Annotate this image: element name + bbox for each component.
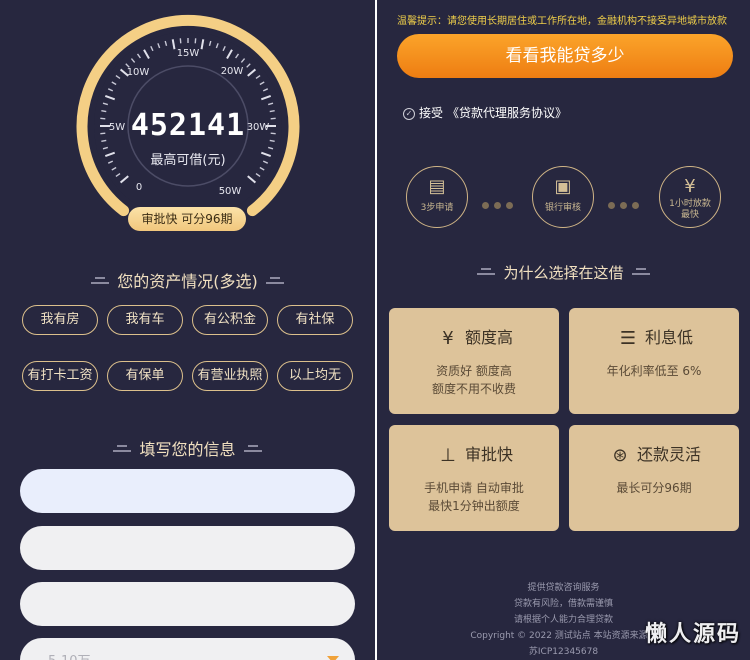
agreement-link[interactable]: 《贷款代理服务协议》 — [447, 106, 567, 120]
agree-prefix: 接受 — [419, 106, 444, 120]
watermark-logo: 懒人源码 — [644, 622, 741, 647]
yen-cycle-icon: ⊛ — [612, 444, 628, 466]
check-loan-button[interactable]: 看看我能贷多少 — [397, 34, 733, 78]
feature-card-high-limit: ¥ 额度高 资质好 额度高 额度不用不收费 — [389, 308, 559, 414]
step-review: ▣ 银行审核 — [532, 166, 594, 228]
card-line: 额度不用不收费 — [431, 382, 516, 396]
max-loan-label: 最高可借(元) — [150, 153, 226, 168]
max-loan-amount: 452141 — [130, 108, 246, 143]
title-decoration — [265, 276, 284, 284]
step-label: 1小时放款最快 — [669, 199, 711, 220]
asset-chip-social-security[interactable]: 有社保 — [277, 305, 353, 335]
tick-label: 0 — [136, 182, 142, 193]
feature-card-low-interest: ☰ 利息低 年化利率低至 6% — [569, 308, 739, 414]
footer-line: 提供贷款咨询服务 — [527, 583, 600, 593]
city-field[interactable] — [20, 582, 355, 626]
info-title-text: 填写您的信息 — [139, 440, 236, 459]
chevron-down-icon — [327, 656, 339, 660]
why-section-title: 为什么选择在这借 — [377, 262, 750, 283]
tick-label: 10W — [127, 67, 150, 78]
tick-label: 15W — [177, 48, 200, 59]
step-connector — [608, 194, 648, 209]
asset-chip-insurance[interactable]: 有保单 — [107, 361, 183, 391]
stamp-icon: ⊥ — [440, 444, 456, 466]
feature-card-fast-approval: ⊥ 审批快 手机申请 自动审批 最快1分钟出额度 — [389, 425, 559, 531]
step-label: 银行审核 — [544, 203, 581, 213]
card-title: 还款灵活 — [636, 445, 701, 464]
step-connector — [482, 194, 522, 209]
approval-pill: 审批快 可分96期 — [128, 207, 246, 231]
info-section-title: 填写您的信息 — [0, 436, 375, 460]
title-decoration — [113, 444, 132, 452]
asset-chip-car[interactable]: 我有车 — [107, 305, 183, 335]
title-decoration — [477, 267, 496, 275]
assets-title-text: 您的资产情况(多选) — [117, 272, 258, 291]
step-apply: ▤ 3步申请 — [406, 166, 468, 228]
card-line: 手机申请 自动审批 — [424, 481, 524, 495]
yen-down-icon: ¥ — [684, 176, 696, 197]
coins-icon: ☰ — [619, 327, 637, 349]
assets-section-title: 您的资产情况(多选) — [0, 268, 375, 292]
title-decoration — [91, 276, 110, 284]
card-title: 审批快 — [464, 445, 513, 464]
document-icon: ▤ — [428, 176, 446, 197]
name-field[interactable] — [20, 469, 355, 513]
money-stack-icon: ¥ — [442, 327, 454, 349]
agreement-row[interactable]: ✓ 接受 《贷款代理服务协议》 — [403, 104, 567, 121]
left-panel: 0 5W 10W 15W 20W 30W 50W 452141 最高可借(元) … — [0, 0, 375, 660]
asset-chip-housing-fund[interactable]: 有公积金 — [192, 305, 268, 335]
card-title: 利息低 — [644, 328, 693, 347]
step-disburse: ¥ 1小时放款最快 — [659, 166, 721, 228]
card-title: 额度高 — [464, 328, 513, 347]
loan-amount-value: 5-10万 — [48, 650, 91, 660]
checkbox-icon[interactable]: ✓ — [403, 107, 415, 120]
phone-field[interactable] — [20, 526, 355, 570]
tick-label: 20W — [221, 66, 244, 77]
step-label: 3步申请 — [420, 203, 454, 213]
card-line: 年化利率低至 6% — [606, 364, 702, 378]
notice-text: 温馨提示：请您使用长期居住或工作所在地，金融机构不接受异地城市放款 — [397, 16, 727, 27]
asset-chip-business-license[interactable]: 有营业执照 — [192, 361, 268, 391]
card-line: 资质好 额度高 — [436, 364, 512, 378]
asset-chip-none[interactable]: 以上均无 — [277, 361, 353, 391]
title-decoration — [631, 267, 650, 275]
card-line: 最长可分96期 — [616, 481, 692, 495]
bank-review-icon: ▣ — [554, 176, 572, 197]
card-line: 最快1分钟出额度 — [428, 499, 520, 513]
credit-gauge: 0 5W 10W 15W 20W 30W 50W 452141 最高可借(元) — [72, 14, 304, 224]
tick-label: 50W — [219, 186, 242, 197]
why-title-text: 为什么选择在这借 — [503, 264, 624, 282]
right-panel: 温馨提示：请您使用长期居住或工作所在地，金融机构不接受异地城市放款 看看我能贷多… — [377, 0, 750, 660]
feature-card-flexible-repay: ⊛ 还款灵活 最长可分96期 — [569, 425, 739, 531]
footer-line: 贷款有风险，借款需谨慎 — [513, 599, 613, 609]
asset-chip-salary[interactable]: 有打卡工资 — [22, 361, 98, 391]
asset-chip-house[interactable]: 我有房 — [22, 305, 98, 335]
loan-amount-select[interactable]: 5-10万 — [20, 638, 355, 660]
title-decoration — [243, 444, 262, 452]
